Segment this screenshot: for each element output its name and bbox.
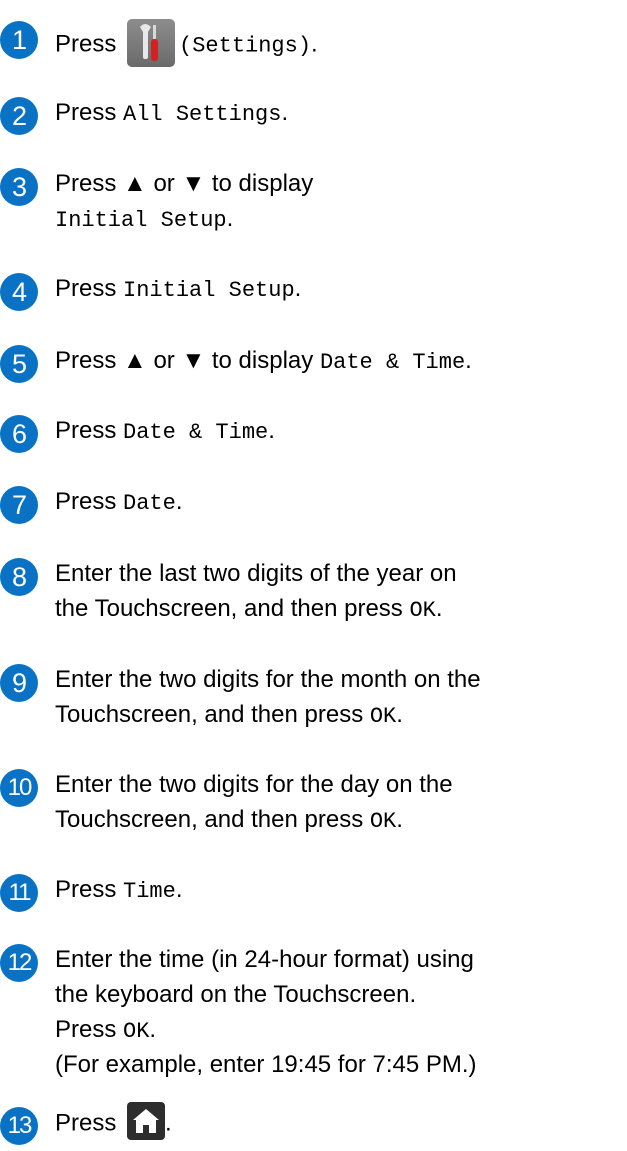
step-text-pre: Press: [55, 1016, 124, 1043]
step-text: Press All Settings.: [55, 95, 623, 132]
step-number-badge: 7: [0, 486, 38, 524]
step-text-pre: Press: [55, 876, 124, 903]
settings-tools-icon: [127, 19, 176, 67]
step-number-badge: 5: [0, 345, 38, 383]
step-number-badge: 2: [0, 97, 38, 135]
step-text-post: .: [396, 806, 403, 833]
step-text-pre: Press: [55, 417, 124, 444]
step-text: Press (Settings).: [55, 19, 623, 69]
step-text-line-1: Enter the two digits for the month on th…: [55, 666, 481, 693]
step-code: OK: [123, 1019, 150, 1044]
step-text-line-4: (For example, enter 19:45 for 7:45 PM.): [55, 1051, 477, 1078]
step-text-post: .: [226, 205, 234, 232]
step-text-post: .: [311, 30, 318, 58]
step-number-badge: 9: [0, 664, 38, 702]
step-number-badge: 10: [0, 769, 38, 807]
step-number-badge: 6: [0, 415, 38, 453]
step-text: Press Date.: [55, 484, 623, 521]
step-text-post: .: [175, 876, 183, 903]
step-number-badge: 13: [0, 1107, 38, 1145]
step-text-post: .: [465, 347, 472, 374]
step-text-line-2: Touchscreen, and then press OK.: [55, 802, 623, 839]
step-text-line-1: Enter the two digits for the day on the: [55, 771, 453, 798]
step-code: Date: [123, 491, 176, 516]
step-text: Press Initial Setup.: [55, 271, 623, 308]
step-code: Initial Setup: [55, 208, 227, 233]
step-text-post: .: [294, 275, 302, 302]
step-text: Press ▲ or ▼ to display Date & Time.: [55, 343, 623, 380]
step-text-pre: the Touchscreen, and then press: [55, 595, 410, 622]
step-number-badge: 12: [0, 944, 38, 982]
step-text-post: .: [396, 701, 403, 728]
step-text-line-1: Enter the last two digits of the year on: [55, 560, 457, 587]
step-text-pre: Press: [55, 99, 124, 126]
step-code: Time: [123, 879, 176, 904]
step-text-pre: Press: [55, 488, 124, 515]
step-text-pre: Press: [55, 30, 124, 58]
step-code: Date & Time: [123, 420, 269, 445]
step-text-post: .: [268, 417, 275, 444]
step-text-pre: Press ▲ or ▼ to display: [55, 347, 320, 374]
step-text-line-1: Press ▲ or ▼ to display: [55, 170, 314, 197]
step-number-badge: 4: [0, 273, 38, 311]
step-text: Press .: [55, 1102, 623, 1143]
step-text-line-2: the keyboard on the Touchscreen.: [55, 981, 417, 1008]
step-code: Initial Setup: [123, 278, 295, 303]
step-text-post: .: [149, 1016, 157, 1043]
step-code: Date & Time: [319, 350, 466, 375]
step-number-badge: 8: [0, 558, 38, 596]
step-number-badge: 1: [0, 21, 38, 59]
step-code: OK: [409, 598, 436, 623]
step-text-post: .: [281, 99, 289, 126]
step-text-line-2: Touchscreen, and then press OK.: [55, 697, 623, 734]
step-code: OK: [369, 809, 397, 834]
step-code: All Settings: [123, 102, 282, 127]
step-text-pre: Touchscreen, and then press: [55, 701, 370, 728]
step-text-post: .: [435, 595, 443, 622]
step-text-pre: Touchscreen, and then press: [55, 806, 370, 833]
step-text-line-2: the Touchscreen, and then press OK.: [55, 591, 623, 628]
step-text-line-2: Initial Setup.: [55, 201, 623, 238]
home-icon: [127, 1102, 166, 1140]
step-text: Press Time.: [55, 872, 623, 909]
step-text-line-1: Enter the time (in 24-hour format) using: [55, 946, 474, 973]
step-text-post: .: [165, 1109, 172, 1137]
step-text-line-3: Press OK.: [55, 1012, 623, 1049]
step-text-post: .: [175, 488, 183, 515]
step-text-pre: Press: [55, 275, 124, 302]
step-number-badge: 11: [0, 874, 38, 912]
step-text-pre: Press: [55, 1109, 124, 1137]
step-number-badge: 3: [0, 168, 38, 206]
step-text: Press Date & Time.: [55, 413, 623, 450]
step-code: OK: [369, 704, 397, 729]
step-code: (Settings): [179, 33, 312, 59]
